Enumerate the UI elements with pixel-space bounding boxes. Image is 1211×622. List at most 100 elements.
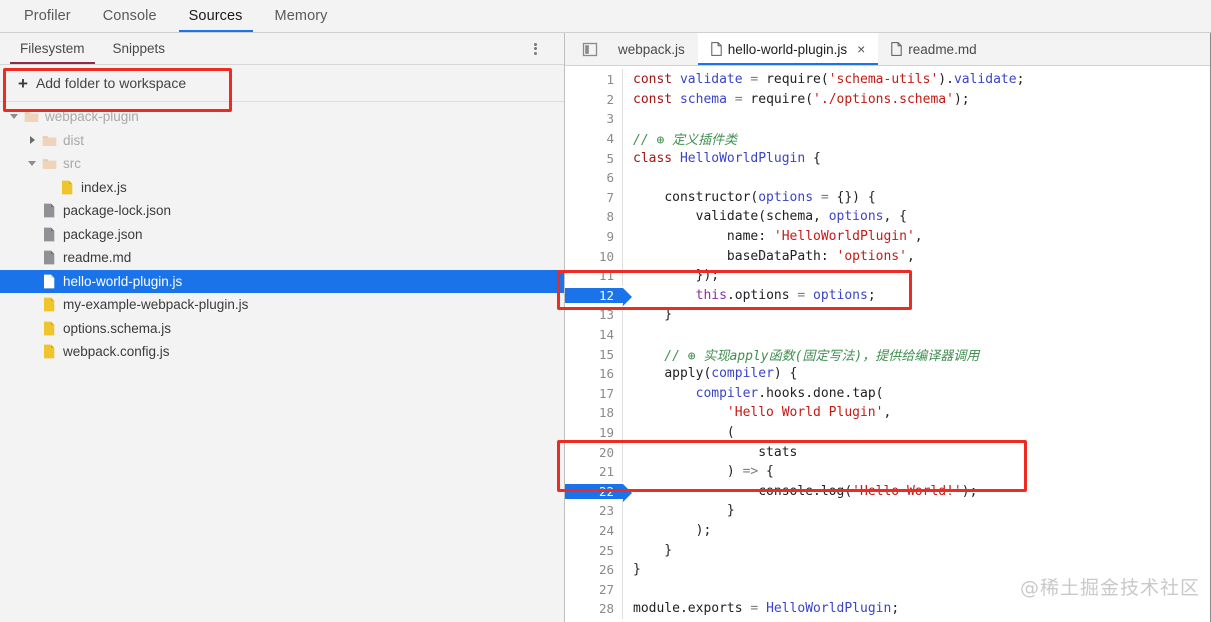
line-number[interactable]: 7	[565, 186, 623, 208]
line-number[interactable]: 28	[565, 598, 623, 620]
code-line: 14	[565, 324, 1210, 346]
tree-item[interactable]: package.json	[0, 223, 564, 247]
add-folder-to-workspace-button[interactable]: + Add folder to workspace	[0, 65, 564, 102]
code-line: 10 baseDataPath: 'options',	[565, 245, 1210, 267]
navigator-subtab-bar: Filesystem Snippets	[0, 33, 564, 65]
code-line-text: compiler.hooks.done.tap(	[695, 385, 884, 401]
panel-tab-profiler[interactable]: Profiler	[8, 0, 87, 32]
line-number[interactable]: 11	[565, 265, 623, 287]
editor-panel: webpack.js hello-world-plugin.js × readme.m…	[565, 33, 1211, 622]
file-icon	[40, 274, 58, 289]
line-number[interactable]: 8	[565, 206, 623, 228]
close-icon[interactable]: ×	[857, 42, 865, 56]
line-number[interactable]: 21	[565, 461, 623, 483]
tree-item-label: my-example-webpack-plugin.js	[63, 297, 249, 313]
line-number[interactable]: 4	[565, 128, 623, 150]
code-line-text: name: 'HelloWorldPlugin',	[726, 229, 923, 245]
chevron-down-icon[interactable]	[6, 114, 22, 120]
panel-tab-label: Profiler	[24, 8, 71, 24]
code-line-text: baseDataPath: 'options',	[726, 248, 915, 264]
chevron-right-icon[interactable]	[24, 136, 40, 145]
panel-tab-memory[interactable]: Memory	[259, 0, 344, 32]
panel-tab-bar: Profiler Console Sources Memory	[0, 0, 1211, 33]
code-line: 11 });	[565, 265, 1210, 287]
line-number[interactable]: 9	[565, 226, 623, 248]
watermark: @稀土掘金技术社区	[1019, 577, 1200, 599]
code-line: 12 this.options = options;	[565, 286, 1210, 306]
code-line-text: class HelloWorldPlugin {	[633, 150, 821, 166]
line-number[interactable]: 25	[565, 539, 623, 561]
line-number[interactable]: 16	[565, 363, 623, 385]
line-number[interactable]: 27	[565, 578, 623, 600]
code-line-text: ) => {	[633, 464, 774, 480]
tree-item[interactable]: dist	[0, 129, 564, 153]
code-line-text: module.exports = HelloWorldPlugin;	[633, 601, 900, 617]
code-line-text: this.options = options;	[695, 287, 876, 303]
code-line: 13 }	[565, 304, 1210, 326]
kebab-menu-icon[interactable]	[528, 41, 542, 57]
tree-item[interactable]: options.schema.js	[0, 317, 564, 341]
tree-item[interactable]: webpack.config.js	[0, 340, 564, 364]
file-icon	[40, 203, 58, 218]
file-icon	[711, 42, 722, 56]
tree-item-label: src	[63, 156, 81, 172]
breakpoint-marker[interactable]: 22	[565, 483, 632, 502]
code-line-text: }	[633, 503, 735, 519]
breakpoint-marker[interactable]: 12	[565, 287, 632, 306]
tree-item[interactable]: package-lock.json	[0, 199, 564, 223]
line-number[interactable]: 1	[565, 69, 623, 91]
line-number[interactable]: 20	[565, 441, 623, 463]
tree-item[interactable]: webpack-plugin	[0, 105, 564, 129]
code-line-text: );	[633, 522, 712, 538]
panel-tab-sources[interactable]: Sources	[173, 0, 259, 32]
folder-icon	[40, 134, 58, 147]
code-line-text: const validate = require('schema-utils')…	[633, 72, 1025, 88]
code-line-text: console.log('Hello World!');	[758, 483, 978, 499]
navigator-subtab-filesystem[interactable]: Filesystem	[6, 33, 99, 64]
line-number[interactable]: 15	[565, 343, 623, 365]
code-line: 1 const validate = require('schema-utils'…	[565, 69, 1210, 91]
line-number[interactable]: 24	[565, 519, 623, 541]
code-line-text: // ⊕ 定义插件类	[633, 133, 738, 149]
folder-icon	[40, 157, 58, 170]
line-number[interactable]: 14	[565, 324, 623, 346]
tree-item-label: webpack-plugin	[45, 109, 139, 125]
chevron-down-icon[interactable]	[24, 161, 40, 167]
line-number[interactable]: 23	[565, 500, 623, 522]
line-number[interactable]: 10	[565, 245, 623, 267]
code-line-text: }	[633, 562, 641, 578]
tree-item-label: options.schema.js	[63, 320, 172, 336]
js-file-icon	[58, 180, 76, 195]
tree-item-label: dist	[63, 132, 85, 148]
panel-tab-console[interactable]: Console	[87, 0, 173, 32]
file-icon	[40, 250, 58, 265]
line-number[interactable]: 2	[565, 88, 623, 110]
tree-item[interactable]: src	[0, 152, 564, 176]
folder-icon	[22, 110, 40, 123]
tree-item-label: readme.md	[63, 250, 132, 266]
tree-item[interactable]: my-example-webpack-plugin.js	[0, 293, 564, 317]
line-number[interactable]: 19	[565, 421, 623, 443]
code-editor[interactable]: 1 const validate = require('schema-utils'…	[565, 66, 1210, 622]
editor-tab-label: readme.md	[908, 41, 977, 57]
line-number[interactable]: 18	[565, 402, 623, 424]
code-line-text: }	[633, 307, 673, 323]
editor-tab-readme-md[interactable]: readme.md	[878, 33, 989, 65]
line-number[interactable]: 6	[565, 167, 623, 189]
editor-tab-hello-world-plugin-js[interactable]: hello-world-plugin.js ×	[697, 33, 879, 65]
code-line: 15 // ⊕ 实现apply函数(固定写法)，提供给编译器调用	[565, 343, 1210, 365]
editor-tab-webpack-js[interactable]: webpack.js	[605, 33, 698, 65]
code-line: 24 );	[565, 519, 1210, 541]
code-line-text: (	[633, 424, 735, 440]
navigator-subtab-snippets[interactable]: Snippets	[99, 33, 180, 64]
line-number[interactable]: 26	[565, 559, 623, 581]
line-number[interactable]: 5	[565, 147, 623, 169]
line-number[interactable]: 3	[565, 108, 623, 130]
line-number[interactable]: 17	[565, 382, 623, 404]
tree-item[interactable]: hello-world-plugin.js	[0, 269, 564, 293]
navigator-subtab-label: Filesystem	[20, 41, 85, 56]
line-number[interactable]: 13	[565, 304, 623, 326]
tree-item[interactable]: readme.md	[0, 246, 564, 270]
tree-item[interactable]: index.js	[0, 176, 564, 200]
collapse-sidebar-icon[interactable]	[575, 33, 605, 65]
